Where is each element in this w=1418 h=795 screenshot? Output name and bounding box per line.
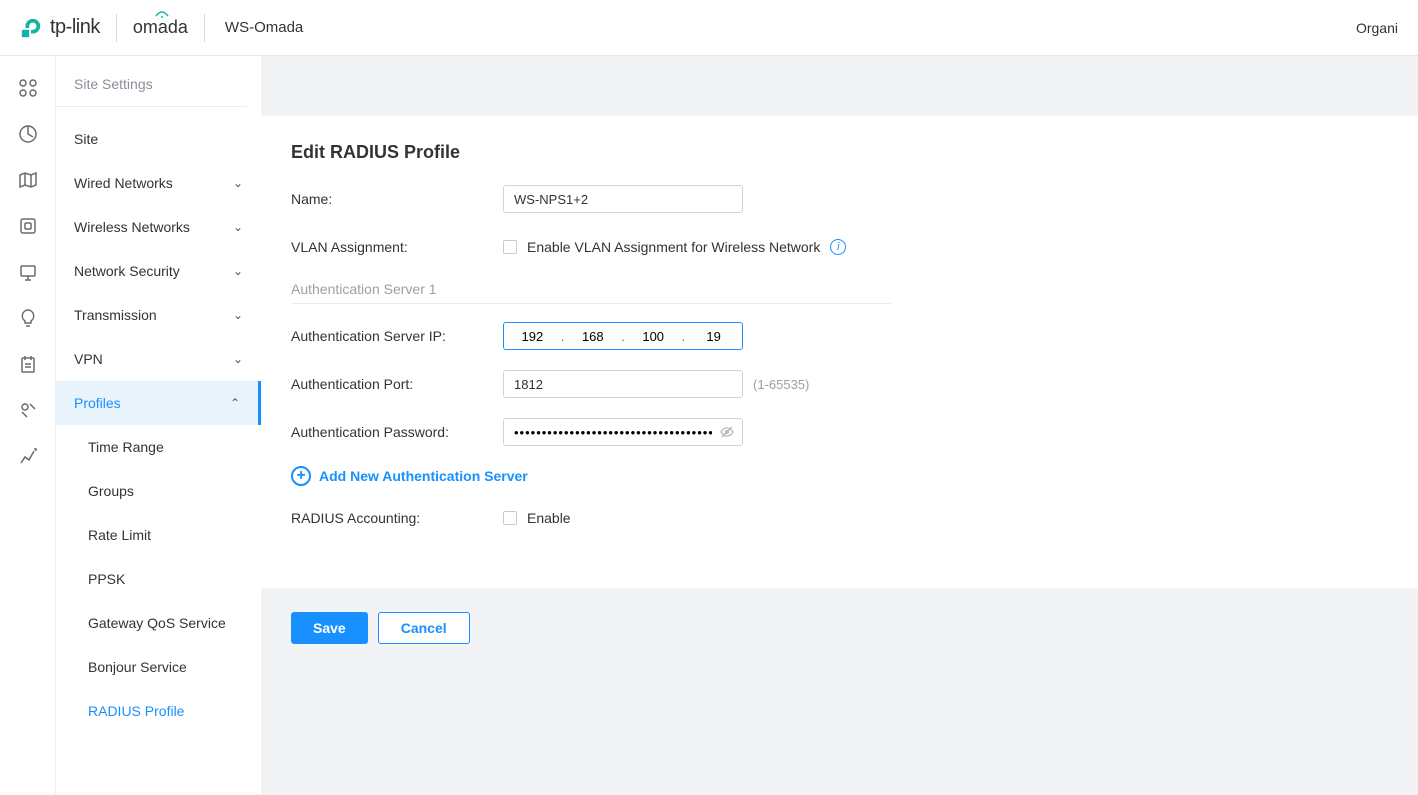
row-auth-pwd: Authentication Password: — [291, 418, 1388, 446]
auth-pwd-input[interactable] — [503, 418, 743, 446]
add-link-text: Add New Authentication Server — [319, 468, 528, 484]
wifi-icon — [155, 11, 169, 19]
save-button[interactable]: Save — [291, 612, 368, 644]
omada-text: omada — [133, 17, 188, 37]
device-icon[interactable] — [18, 216, 38, 236]
sidebar-heading: Site Settings — [56, 76, 247, 107]
auth-port-input[interactable] — [503, 370, 743, 398]
header-left: tp-link omada WS-Omada — [20, 14, 303, 42]
sidebar-item-site[interactable]: Site — [56, 117, 261, 161]
label-auth-port: Authentication Port: — [291, 376, 503, 392]
row-accounting: RADIUS Accounting: Enable — [291, 504, 1388, 532]
add-auth-server-link[interactable]: + Add New Authentication Server — [291, 466, 1388, 486]
sidebar-item-label: Wireless Networks — [74, 219, 190, 235]
label-vlan: VLAN Assignment: — [291, 239, 503, 255]
sidebar-item-security[interactable]: Network Security ⌄ — [56, 249, 261, 293]
sidebar-item-vpn[interactable]: VPN ⌄ — [56, 337, 261, 381]
info-icon[interactable]: i — [830, 239, 846, 255]
auth-ip-input[interactable]: . . . — [503, 322, 743, 350]
insight-icon[interactable] — [18, 308, 38, 328]
sidebar-item-profiles[interactable]: Profiles ⌃ — [56, 381, 261, 425]
settings-icon[interactable] — [18, 400, 38, 420]
ip-octet-2[interactable] — [571, 329, 615, 344]
ip-octet-1[interactable] — [510, 329, 554, 344]
chevron-down-icon: ⌄ — [233, 264, 243, 278]
map-icon[interactable] — [18, 170, 38, 190]
row-vlan: VLAN Assignment: Enable VLAN Assignment … — [291, 233, 1388, 261]
sub-item-groups[interactable]: Groups — [56, 469, 261, 513]
sidebar-item-label: Wired Networks — [74, 175, 173, 191]
eye-off-icon[interactable] — [719, 424, 735, 443]
tplink-text: tp-link — [50, 16, 100, 39]
sub-item-bonjour[interactable]: Bonjour Service — [56, 645, 261, 689]
ip-octet-3[interactable] — [631, 329, 675, 344]
port-hint: (1-65535) — [753, 377, 809, 392]
cancel-button[interactable]: Cancel — [378, 612, 470, 644]
ip-dot: . — [561, 329, 565, 344]
label-auth-pwd: Authentication Password: — [291, 424, 503, 440]
panel-title: Edit RADIUS Profile — [291, 142, 1388, 163]
accounting-check-label: Enable — [527, 510, 571, 526]
ip-octet-4[interactable] — [692, 329, 736, 344]
chevron-up-icon: ⌃ — [230, 396, 240, 410]
sub-item-rate-limit[interactable]: Rate Limit — [56, 513, 261, 557]
plus-icon: + — [291, 466, 311, 486]
tp-link-logo[interactable]: tp-link — [20, 16, 100, 39]
sidebar-item-label: Network Security — [74, 263, 180, 279]
report-icon[interactable] — [18, 446, 38, 466]
label-auth-ip: Authentication Server IP: — [291, 328, 503, 344]
stats-icon[interactable] — [18, 124, 38, 144]
workspace-name[interactable]: WS-Omada — [225, 19, 303, 36]
sidebar: Site Settings Site Wired Networks ⌄ Wirel… — [56, 56, 261, 795]
section-auth-server-1: Authentication Server 1 — [291, 281, 891, 304]
sidebar-item-label: Profiles — [74, 395, 121, 411]
sidebar-item-label: Transmission — [74, 307, 157, 323]
log-icon[interactable] — [18, 354, 38, 374]
accounting-checkbox[interactable] — [503, 511, 517, 525]
sidebar-item-transmission[interactable]: Transmission ⌄ — [56, 293, 261, 337]
row-auth-port: Authentication Port: (1-65535) — [291, 370, 1388, 398]
row-auth-ip: Authentication Server IP: . . . — [291, 322, 1388, 350]
tplink-icon — [20, 17, 42, 39]
vlan-check-label: Enable VLAN Assignment for Wireless Netw… — [527, 239, 820, 255]
omada-logo[interactable]: omada — [133, 17, 188, 38]
row-name: Name: — [291, 185, 1388, 213]
sidebar-item-label: VPN — [74, 351, 103, 367]
chevron-down-icon: ⌄ — [233, 176, 243, 190]
icon-rail — [0, 56, 56, 795]
sidebar-item-label: Site — [74, 131, 98, 147]
chevron-down-icon: ⌄ — [233, 308, 243, 322]
header-right-text[interactable]: Organi — [1356, 20, 1398, 36]
sidebar-item-wireless[interactable]: Wireless Networks ⌄ — [56, 205, 261, 249]
sidebar-item-wired[interactable]: Wired Networks ⌄ — [56, 161, 261, 205]
content-area: Edit RADIUS Profile Name: VLAN Assignmen… — [261, 56, 1418, 795]
sub-item-radius[interactable]: RADIUS Profile — [56, 689, 261, 733]
chevron-down-icon: ⌄ — [233, 220, 243, 234]
edit-panel: Edit RADIUS Profile Name: VLAN Assignmen… — [261, 116, 1418, 588]
ip-dot: . — [682, 329, 686, 344]
client-icon[interactable] — [18, 262, 38, 282]
ip-dot: . — [621, 329, 625, 344]
vlan-checkbox[interactable] — [503, 240, 517, 254]
label-accounting: RADIUS Accounting: — [291, 510, 503, 526]
header-divider-2 — [204, 14, 205, 42]
chevron-down-icon: ⌄ — [233, 352, 243, 366]
sub-item-gateway-qos[interactable]: Gateway QoS Service — [56, 601, 261, 645]
sub-item-time-range[interactable]: Time Range — [56, 425, 261, 469]
form-buttons: Save Cancel — [261, 588, 1418, 644]
header: tp-link omada WS-Omada Organi — [0, 0, 1418, 56]
dashboard-icon[interactable] — [18, 78, 38, 98]
label-name: Name: — [291, 191, 503, 207]
name-input[interactable] — [503, 185, 743, 213]
sub-item-ppsk[interactable]: PPSK — [56, 557, 261, 601]
header-divider — [116, 14, 117, 42]
